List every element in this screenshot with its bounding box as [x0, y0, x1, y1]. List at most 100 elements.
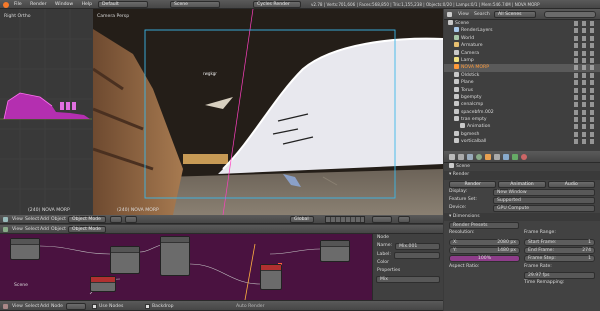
menu-view[interactable]: View [12, 227, 23, 232]
outliner-item[interactable]: Lamp [444, 56, 600, 64]
menu-add[interactable]: Add [40, 304, 49, 309]
search-field[interactable] [544, 11, 596, 18]
outliner-item[interactable]: Plane [444, 79, 600, 86]
outliner-item[interactable]: vorticalball [444, 138, 600, 145]
node[interactable] [90, 276, 116, 292]
resolution-percentage-slider[interactable]: 100% [449, 255, 520, 263]
menu-add[interactable]: Add [40, 227, 49, 232]
menu-file[interactable]: File [14, 2, 22, 7]
node-tree-type[interactable] [66, 303, 86, 310]
node[interactable] [160, 236, 190, 276]
menu-view[interactable]: View [458, 12, 469, 17]
outliner-item[interactable]: Armature [444, 42, 600, 49]
menu-view[interactable]: View [12, 304, 23, 309]
visibility-icons[interactable] [574, 50, 594, 56]
outliner-item[interactable]: Animation [444, 123, 600, 130]
dimensions-panel-header[interactable]: ▾ Dimensions [444, 212, 600, 222]
outliner-item[interactable]: Scene [444, 20, 600, 27]
start-frame-field[interactable]: Start Frame: 1 [524, 238, 595, 246]
menu-search[interactable]: Search [474, 12, 490, 17]
visibility-icons[interactable] [574, 124, 594, 130]
resolution-x-field[interactable]: X: 2080 px [449, 238, 520, 246]
visibility-icons[interactable] [574, 139, 594, 145]
color-panel[interactable]: Color [373, 259, 443, 267]
use-nodes-checkbox[interactable] [92, 304, 97, 309]
visibility-icons[interactable] [574, 109, 594, 115]
menu-render[interactable]: Render [30, 2, 46, 7]
visibility-icons[interactable] [574, 72, 594, 78]
menu-node[interactable]: Node [51, 304, 63, 309]
shading-dropdown[interactable] [110, 216, 122, 223]
render-engine-dropdown[interactable]: Cycles Render [253, 1, 301, 8]
render-preview-button[interactable] [398, 216, 410, 223]
render-layers-tab-icon[interactable] [458, 154, 464, 160]
visibility-icons[interactable] [574, 65, 594, 71]
outliner-item[interactable]: bgmesh [444, 130, 600, 138]
render-button[interactable]: Render [449, 180, 497, 188]
visibility-icons[interactable] [574, 117, 594, 123]
node[interactable] [10, 238, 40, 260]
outliner-item[interactable]: NOVA MORP [444, 64, 600, 72]
scene-tab-icon[interactable] [467, 154, 473, 160]
node-name-field[interactable]: Mix.001 [395, 243, 440, 251]
outliner-item[interactable]: bgempty [444, 93, 600, 101]
object-mode-dropdown[interactable]: Object Mode [68, 226, 106, 233]
display-dropdown[interactable]: New Window [493, 188, 595, 196]
right-ortho-viewport[interactable]: Right Ortho (240) NOVA MORP [0, 9, 92, 215]
visibility-icons[interactable] [574, 28, 594, 34]
editor-type-icon[interactable] [447, 12, 452, 17]
outliner-item[interactable]: Camera [444, 49, 600, 57]
outliner-item[interactable]: World [444, 34, 600, 42]
resolution-y-field[interactable]: Y: 1480 px [449, 246, 520, 254]
visibility-icons[interactable] [574, 131, 594, 137]
editor-type-icon[interactable] [3, 304, 8, 309]
visibility-icons[interactable] [574, 43, 594, 49]
outliner-item[interactable]: tran empty [444, 116, 600, 123]
frame-rate-dropdown[interactable]: 29.97 fps [524, 271, 595, 279]
menu-select[interactable]: Select [25, 217, 39, 222]
object-tab-icon[interactable] [485, 154, 491, 160]
backdrop-checkbox[interactable] [145, 304, 150, 309]
transform-orientation-dropdown[interactable]: Global [290, 216, 314, 223]
audio-button[interactable]: Audio [547, 180, 595, 188]
modifiers-tab-icon[interactable] [503, 154, 509, 160]
feature-set-dropdown[interactable]: Supported [493, 197, 595, 205]
data-tab-icon[interactable] [512, 154, 518, 160]
pivot-dropdown[interactable] [125, 216, 137, 223]
node-label-field[interactable] [393, 251, 440, 259]
render-tab-icon[interactable] [449, 154, 455, 160]
object-mode-dropdown[interactable]: Object Mode [68, 216, 106, 223]
visibility-icons[interactable] [574, 57, 594, 63]
properties-panel[interactable]: Properties [373, 267, 443, 275]
editor-type-icon[interactable] [3, 227, 8, 232]
menu-object[interactable]: Object [51, 227, 66, 232]
editor-type-icon[interactable] [3, 217, 8, 222]
menu-help[interactable]: Help [82, 2, 92, 7]
node[interactable] [320, 240, 350, 262]
outliner-item[interactable]: Torus [444, 86, 600, 94]
outliner-item[interactable]: cenalcmp [444, 101, 600, 108]
screen-layout-dropdown[interactable]: Default [98, 1, 148, 8]
device-dropdown[interactable]: GPU Compute [493, 205, 595, 213]
visibility-icons[interactable] [574, 21, 594, 26]
end-frame-field[interactable]: End Frame: 274 [524, 246, 595, 254]
menu-window[interactable]: Window [55, 2, 73, 7]
material-tab-icon[interactable] [521, 154, 527, 160]
render-presets-dropdown[interactable]: Render Presets [449, 222, 519, 230]
visibility-icons[interactable] [574, 94, 594, 100]
constraints-tab-icon[interactable] [494, 154, 500, 160]
frame-step-field[interactable]: Frame Step: 1 [524, 255, 595, 263]
menu-select[interactable]: Select [25, 227, 39, 232]
node[interactable] [110, 246, 140, 274]
visibility-icons[interactable] [574, 87, 594, 93]
layer-buttons[interactable] [325, 216, 365, 223]
outliner-item[interactable]: RenderLayers [444, 27, 600, 34]
outliner-item[interactable]: Oldstick [444, 71, 600, 79]
scene-dropdown[interactable]: Scene [170, 1, 220, 8]
node-editor[interactable]: Scene [0, 234, 372, 300]
menu-object[interactable]: Object [51, 217, 66, 222]
display-mode-dropdown[interactable]: All Scenes [494, 11, 536, 18]
menu-add[interactable]: Add [40, 217, 49, 222]
blend-mode-dropdown[interactable]: Mix [376, 276, 440, 284]
visibility-icons[interactable] [574, 102, 594, 108]
